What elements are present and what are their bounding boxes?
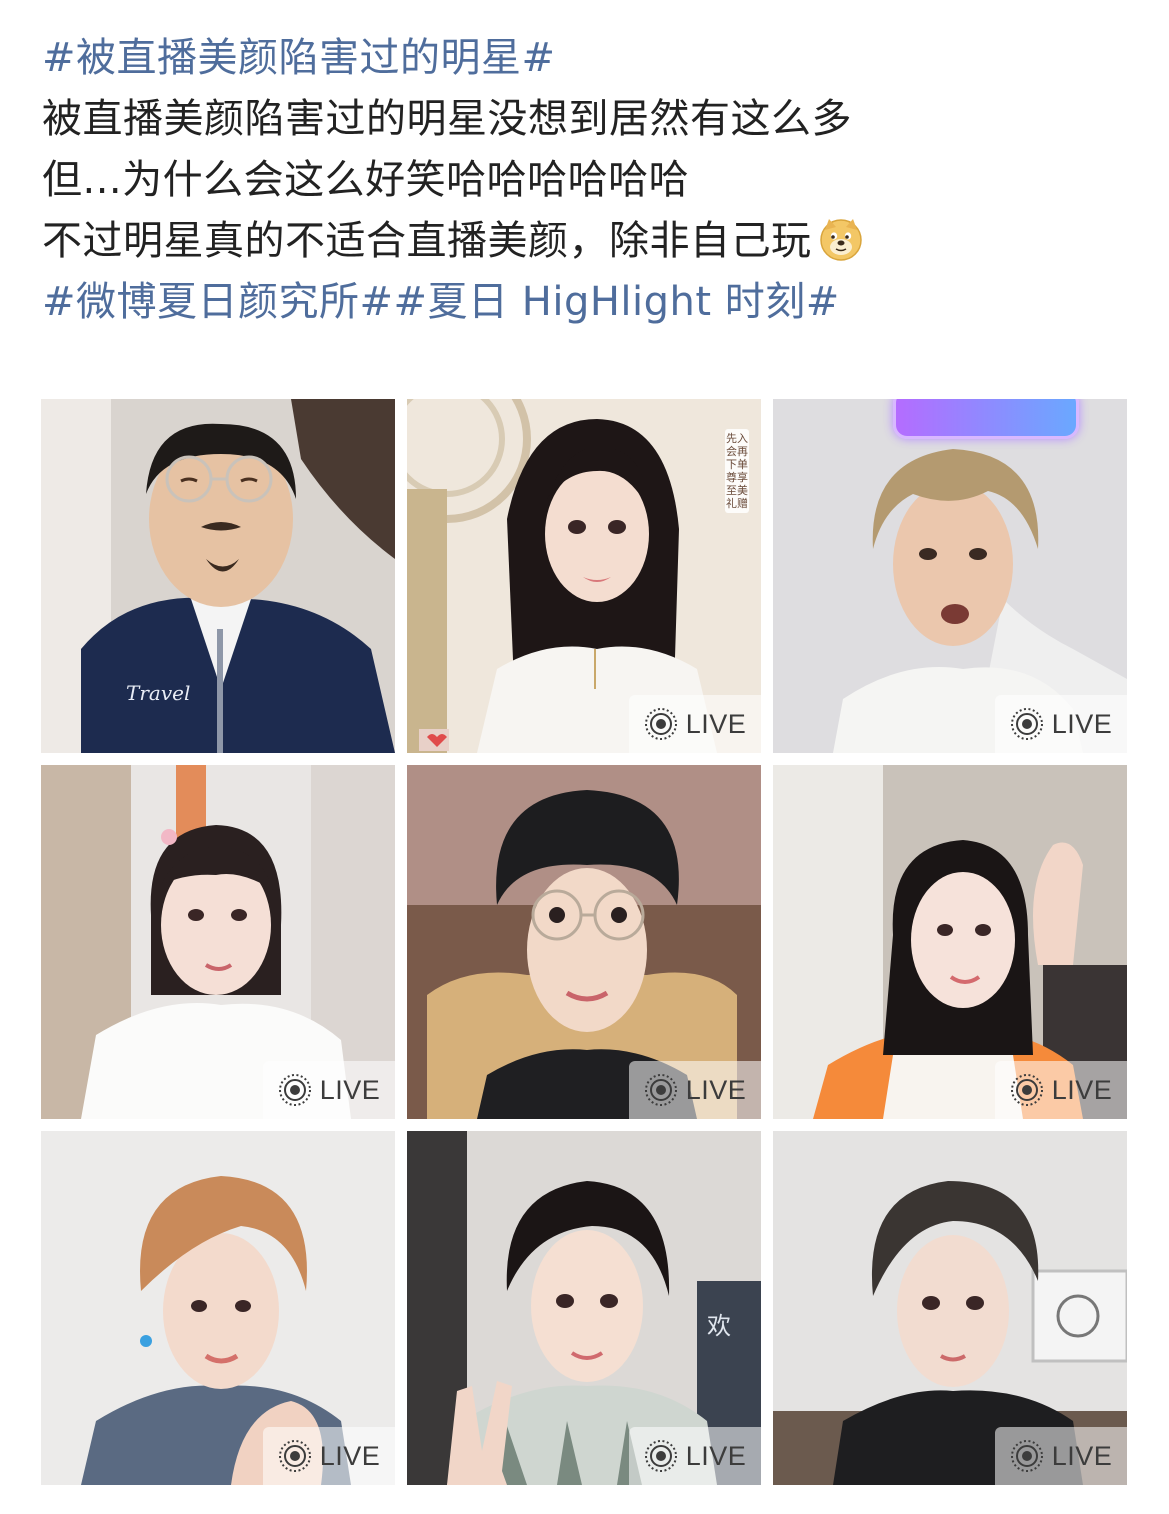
live-badge[interactable]: LIVE xyxy=(263,1061,395,1119)
live-photo-icon xyxy=(1010,708,1043,740)
live-label: LIVE xyxy=(685,1074,747,1105)
live-label: LIVE xyxy=(319,1074,381,1105)
image-tile-9[interactable]: LIVE xyxy=(773,1131,1127,1485)
hashtag-link-main[interactable]: #被直播美颜陷害过的明星# xyxy=(42,35,556,81)
image-grid: Travel 先入会再下单尊享至美礼赠 LIVE LIVE LIVE LIVE … xyxy=(41,399,1127,1485)
image-tile-1[interactable]: Travel xyxy=(41,399,395,753)
hashtag-title-line: #被直播美颜陷害过的明星# xyxy=(42,28,1132,89)
weibo-post: #被直播美颜陷害过的明星# 被直播美颜陷害过的明星没想到居然有这么多 但...为… xyxy=(0,0,1169,1514)
live-label: LIVE xyxy=(685,1440,747,1471)
live-label: LIVE xyxy=(319,1440,381,1471)
image-tile-8[interactable]: 欢 LIVE xyxy=(407,1131,761,1485)
live-badge[interactable]: LIVE xyxy=(995,1061,1127,1119)
live-photo-icon xyxy=(278,1440,311,1472)
live-label: LIVE xyxy=(1051,1440,1113,1471)
live-badge[interactable]: LIVE xyxy=(629,695,761,753)
live-photo-icon xyxy=(1010,1074,1043,1106)
doge-emoji-icon xyxy=(819,219,862,261)
live-label: LIVE xyxy=(1051,708,1113,739)
live-label: LIVE xyxy=(685,708,747,739)
live-photo-icon xyxy=(278,1074,311,1106)
image-tile-7[interactable]: LIVE xyxy=(41,1131,395,1485)
body-line-2: 但...为什么会这么好笑哈哈哈哈哈哈 xyxy=(42,157,690,203)
image-tile-6[interactable]: LIVE xyxy=(773,765,1127,1119)
image-tile-4[interactable]: LIVE xyxy=(41,765,395,1119)
hashtag-row: #微博夏日颜究所##夏日 HigHlight 时刻# xyxy=(42,272,1132,333)
live-badge[interactable]: LIVE xyxy=(629,1427,761,1485)
whiteboard-text: 欢 xyxy=(707,1312,731,1340)
hashtag-link-3[interactable]: #夏日 HigHlight 时刻# xyxy=(394,279,840,325)
live-photo-icon xyxy=(644,708,677,740)
live-badge[interactable]: LIVE xyxy=(629,1061,761,1119)
promo-side-caption: 先入会再下单尊享至美礼赠 xyxy=(725,429,749,513)
live-badge[interactable]: LIVE xyxy=(995,1427,1127,1485)
image-tile-2[interactable]: 先入会再下单尊享至美礼赠 LIVE xyxy=(407,399,761,753)
body-line-1: 被直播美颜陷害过的明星没想到居然有这么多 xyxy=(42,96,852,142)
body-line-3: 不过明星真的不适合直播美颜，除非自己玩 xyxy=(42,218,812,264)
image-tile-3[interactable]: LIVE xyxy=(773,399,1127,753)
live-photo-icon xyxy=(1010,1440,1043,1472)
hashtag-link-2[interactable]: #微博夏日颜究所# xyxy=(42,279,394,325)
live-label: LIVE xyxy=(1051,1074,1113,1105)
photo-man-glasses xyxy=(41,399,395,753)
travel-print: Travel xyxy=(126,681,191,705)
live-photo-icon xyxy=(644,1074,677,1106)
image-tile-5[interactable]: LIVE xyxy=(407,765,761,1119)
live-stream-banner xyxy=(893,399,1079,439)
post-text: #被直播美颜陷害过的明星# 被直播美颜陷害过的明星没想到居然有这么多 但...为… xyxy=(42,28,1132,333)
live-photo-icon xyxy=(644,1440,677,1472)
live-badge[interactable]: LIVE xyxy=(995,695,1127,753)
body-line-3-row: 不过明星真的不适合直播美颜，除非自己玩 xyxy=(42,211,1132,272)
live-badge[interactable]: LIVE xyxy=(263,1427,395,1485)
